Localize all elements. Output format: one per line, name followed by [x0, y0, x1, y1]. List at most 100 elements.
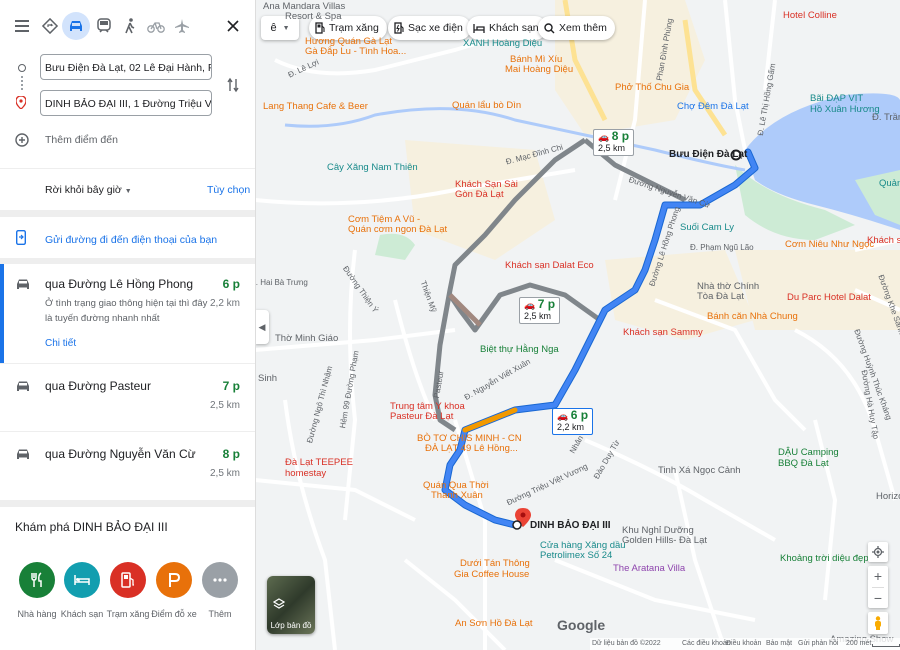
category-label: Thêm: [208, 609, 232, 619]
place-label: Sinh: [258, 373, 278, 384]
route-option-1[interactable]: qua Đường Lê Hồng Phong 6 p 2,2 km Ở tìn…: [0, 264, 255, 363]
destination-pin-icon: [16, 96, 26, 109]
add-destination-link[interactable]: Thêm điểm đến: [45, 134, 118, 146]
best-route-icon[interactable]: [36, 12, 64, 40]
place-label: Suối Cam Ly: [680, 222, 735, 233]
driving-mode-icon[interactable]: [62, 12, 90, 40]
route-title: qua Đường Nguyễn Văn Cừ: [45, 447, 196, 461]
search-icon: [544, 22, 555, 33]
place-label: Tinh Xá Ngọc Cảnh: [658, 465, 741, 476]
feedback-link[interactable]: Gửi phản hồi: [798, 640, 839, 647]
route-box-distance: 2,5 km: [524, 311, 552, 321]
my-location-button[interactable]: [868, 542, 888, 562]
route-time: 7 p: [222, 379, 240, 393]
layers-button[interactable]: Lớp bản đồ: [267, 576, 315, 634]
chip-hotel[interactable]: Khách sạn: [467, 16, 547, 40]
attribution-bar: Dữ liệu bản đồ ©2022 Các điều khoản Điều…: [590, 638, 900, 650]
parking-category-button[interactable]: [156, 562, 192, 598]
place-label: Hồ Xuân Hương: [810, 104, 880, 115]
place-label: Lang Thang Cafe & Beer: [263, 101, 368, 112]
parking-icon: [169, 573, 180, 587]
place-label: Petrolimex Số 24: [540, 550, 613, 561]
route-distance: 2,5 km: [209, 468, 240, 479]
explore-title: Khám phá DINH BẢO ĐẠI III: [15, 520, 168, 534]
place-label: Gòn Đà Lạt: [455, 189, 504, 200]
destination-input[interactable]: DINH BẢO ĐẠI III, 1 Đường Triệu Việt Vươ: [40, 90, 212, 116]
add-destination-icon[interactable]: [15, 133, 29, 147]
menu-icon[interactable]: [8, 12, 36, 40]
route-distance: 2,2 km: [209, 298, 240, 309]
route-box-le-hong-phong[interactable]: 🚗 6 p 2,2 km: [552, 408, 594, 435]
place-label: Phở Thố Chu Gia: [615, 82, 690, 93]
terms-link[interactable]: Các điều khoản: [682, 640, 731, 647]
place-label: Tòa Đà Lạt: [697, 291, 744, 302]
depart-time-dropdown[interactable]: Rời khỏi bây giờ ▼: [45, 184, 132, 196]
route-option-3[interactable]: qua Đường Nguyễn Văn Cừ 8 p 2,5 km: [0, 432, 255, 500]
chip-more[interactable]: Xem thêm: [538, 16, 615, 40]
place-label: Khách s: [867, 235, 900, 246]
origin-input[interactable]: Bưu Điện Đà Lạt, 02 Lê Đại Hành, Phường: [40, 54, 212, 80]
dropdown-arrow-icon: ▼: [124, 188, 132, 195]
hotel-icon: [473, 23, 485, 33]
place-label: Golden Hills- Đà Lạt: [622, 535, 708, 546]
car-icon: 🚗: [557, 411, 569, 421]
transit-mode-icon[interactable]: [90, 12, 118, 40]
car-icon: [17, 279, 29, 289]
gas-station-icon: [121, 572, 134, 588]
chip-label: Trạm xăng: [329, 22, 379, 34]
place-label: Horizon: [876, 491, 900, 502]
google-logo: Google: [557, 617, 606, 633]
divider: [0, 210, 255, 217]
gas-station-category-button[interactable]: [110, 562, 146, 598]
route-details-link[interactable]: Chi tiết: [45, 338, 76, 349]
travel-mode-bar: [0, 12, 255, 44]
options-link[interactable]: Tùy chọn: [207, 184, 250, 196]
place-label: ĐÀ LẠT 49 Lê Hồng...: [425, 443, 518, 454]
park: [375, 233, 415, 260]
depart-time-label: Rời khỏi bây giờ: [45, 184, 122, 196]
traffic-slow-segment: [462, 407, 518, 433]
restaurant-category-button[interactable]: [19, 562, 55, 598]
place-label: Dưới Tán Thông: [460, 558, 530, 569]
flight-mode-icon[interactable]: [168, 12, 196, 40]
route-option-2[interactable]: qua Đường Pasteur 7 p 2,5 km: [0, 364, 255, 431]
walking-mode-icon[interactable]: [116, 12, 144, 40]
car-icon: 🚗: [524, 300, 536, 310]
send-to-phone-link[interactable]: Gửi đường đi đến điện thoại của bạn: [45, 234, 217, 246]
destination-marker: [512, 520, 522, 530]
layers-icon: [273, 598, 285, 609]
my-location-icon: [872, 546, 884, 558]
more-category-button[interactable]: [202, 562, 238, 598]
route-box-nguyen-van-cu[interactable]: 🚗 8 p 2,5 km: [593, 129, 635, 156]
route-box-pasteur[interactable]: 🚗 7 p 2,5 km: [519, 297, 561, 324]
route-box-time: 6 p: [570, 408, 589, 422]
place-label: Quảng: [879, 178, 900, 189]
route-box-time: 8 p: [611, 129, 630, 143]
place-label: Khoảng trời diệu đẹp: [780, 553, 869, 564]
zoom-out-button[interactable]: −: [868, 588, 888, 608]
scale-bar: [872, 644, 900, 647]
place-label: Du Parc Hotel Dalat: [787, 292, 871, 303]
place-label: Chợ Đêm Đà Lạt: [677, 101, 749, 112]
zoom-in-button[interactable]: +: [868, 566, 888, 586]
divider: [0, 500, 255, 507]
place-label: Khách sạn Sammy: [623, 327, 703, 338]
route-title: qua Đường Pasteur: [45, 379, 151, 393]
place-label: Biệt thự Hằng Nga: [480, 344, 559, 355]
close-icon[interactable]: [219, 12, 247, 40]
terms-link-2[interactable]: Điều khoản: [726, 640, 761, 647]
hotel-category-button[interactable]: [64, 562, 100, 598]
place-label: Khách sạn Dalat Eco: [505, 260, 594, 271]
chip-ev-charging[interactable]: Sạc xe điện: [388, 16, 471, 40]
place-label: BBQ Đà Lạt: [778, 458, 829, 469]
cycling-mode-icon[interactable]: [142, 12, 170, 40]
collapse-panel-button[interactable]: ◀: [255, 310, 269, 344]
privacy-link[interactable]: Bảo mật: [766, 640, 792, 647]
chip-label: Sạc xe điện: [408, 22, 463, 34]
place-label: Cây Xăng Nam Thiên: [327, 162, 418, 173]
street-view-pegman[interactable]: [868, 612, 888, 634]
map-canvas[interactable]: ê ▼ Trạm xăng Sạc xe điện Khách sạn Xem …: [255, 0, 900, 650]
swap-icon[interactable]: [219, 71, 247, 99]
place-label: Thờ Minh Giáo: [275, 333, 339, 344]
route-time: 8 p: [222, 447, 240, 461]
